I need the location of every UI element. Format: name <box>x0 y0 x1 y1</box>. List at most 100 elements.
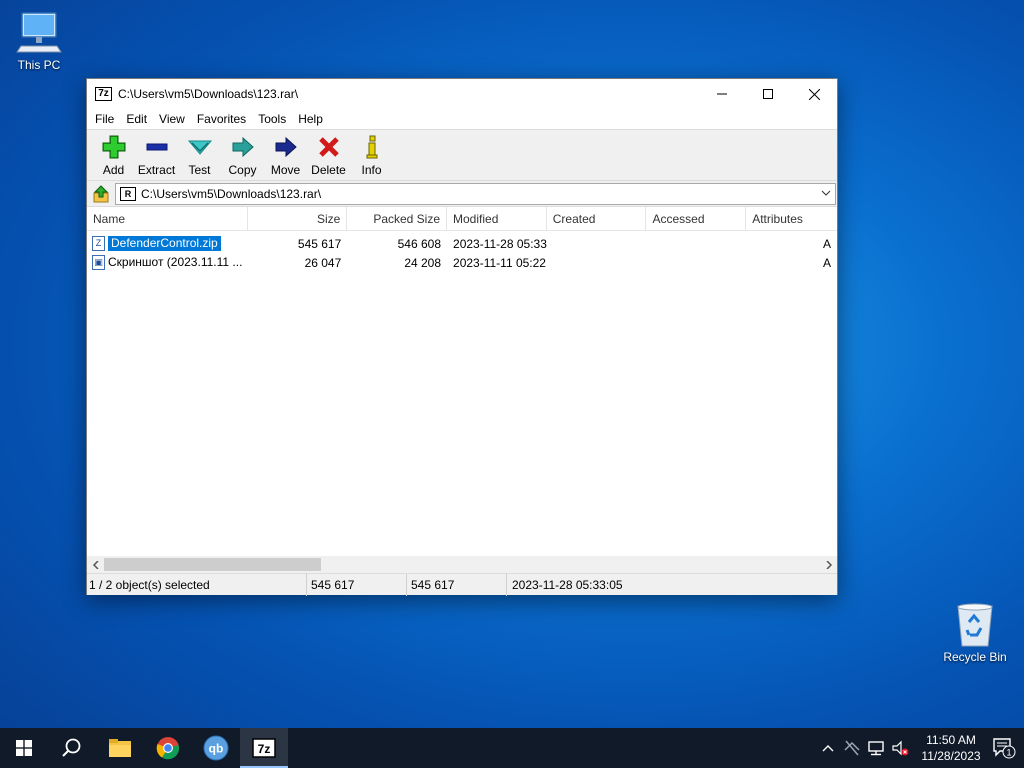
file-packed-size: 24 208 <box>404 255 442 270</box>
recycle-bin-icon <box>957 603 993 647</box>
status-modified: 2023-11-28 05:33:05 <box>512 577 623 592</box>
add-button[interactable]: Add <box>92 130 135 180</box>
clock-date: 11/28/2023 <box>921 749 981 763</box>
chevron-right-icon <box>825 560 832 569</box>
minimize-icon <box>717 93 727 95</box>
menu-edit[interactable]: Edit <box>120 112 153 126</box>
search-button[interactable] <box>48 728 96 768</box>
notifications-button[interactable]: 1 <box>984 728 1024 768</box>
system-tray: 11:50 AM 11/28/2023 1 <box>816 728 1024 768</box>
menu-tools[interactable]: Tools <box>252 112 292 126</box>
column-packed-size[interactable]: Packed Size <box>347 207 448 231</box>
show-hidden-icons-button[interactable] <box>816 728 840 768</box>
add-label: Add <box>102 163 125 177</box>
move-button[interactable]: Move <box>264 130 307 180</box>
notification-count: 1 <box>1006 748 1011 758</box>
image-file-icon: ▣ <box>92 255 105 271</box>
status-selection: 1 / 2 object(s) selected <box>87 573 307 596</box>
column-accessed[interactable]: Accessed <box>646 207 747 231</box>
volume-button[interactable] <box>888 728 912 768</box>
column-name[interactable]: Name <box>87 207 248 231</box>
status-packed-size: 545 617 <box>407 573 507 596</box>
windows-logo-icon <box>16 740 32 756</box>
file-attributes: A <box>822 236 831 251</box>
status-size: 545 617 <box>307 573 407 596</box>
archive-icon: R <box>120 186 136 201</box>
minimize-button[interactable] <box>699 79 745 109</box>
close-icon <box>808 88 820 100</box>
delete-button[interactable]: Delete <box>307 130 350 180</box>
ethernet-icon <box>868 741 884 756</box>
volume-muted-icon <box>892 740 909 756</box>
network-button[interactable] <box>864 728 888 768</box>
plus-icon <box>102 135 125 159</box>
file-attributes: A <box>822 255 831 270</box>
column-size[interactable]: Size <box>248 207 348 231</box>
column-attributes[interactable]: Attributes <box>746 207 837 231</box>
clock[interactable]: 11:50 AM 11/28/2023 <box>918 732 984 764</box>
menu-favorites[interactable]: Favorites <box>191 112 252 126</box>
info-button[interactable]: Info <box>350 130 393 180</box>
table-row[interactable]: ▣ Скриншот (2023.11.11 ... 26 047 24 208 … <box>87 253 837 272</box>
close-button[interactable] <box>791 79 837 109</box>
maximize-button[interactable] <box>745 79 791 109</box>
chevron-down-icon[interactable] <box>821 188 831 198</box>
file-list: Name Size Packed Size Modified Created A… <box>87 207 837 573</box>
chrome-button[interactable] <box>144 728 192 768</box>
taskbar: qb 7z 11:50 AM 11/28/2023 1 <box>0 728 1024 768</box>
search-icon <box>62 738 81 757</box>
folder-icon <box>109 739 131 757</box>
file-explorer-button[interactable] <box>96 728 144 768</box>
info-label: Info <box>361 163 382 177</box>
network-offline-icon <box>844 740 860 756</box>
copy-button[interactable]: Copy <box>221 130 264 180</box>
7zip-icon: 7z <box>252 738 276 758</box>
minus-icon <box>146 143 167 151</box>
extract-label: Extract <box>137 163 176 177</box>
7zip-text: 7z <box>258 742 271 756</box>
column-modified[interactable]: Modified <box>447 207 547 231</box>
copy-arrow-icon <box>232 136 254 158</box>
this-pc-label: This PC <box>17 58 61 72</box>
chevron-up-icon <box>822 745 834 752</box>
7zip-window: 7z C:\Users\vm5\Downloads\123.rar\ File … <box>86 78 838 596</box>
info-icon <box>366 135 377 159</box>
row-name-cell: ▣ Скриншот (2023.11.11 ... <box>87 255 248 271</box>
toolbar: Add Extract Test Copy Move Delete Info <box>87 129 837 181</box>
delete-x-icon <box>318 137 339 157</box>
desktop-icon-this-pc[interactable]: This PC <box>1 10 77 72</box>
desktop-icon-recycle-bin[interactable]: Recycle Bin <box>937 602 1013 664</box>
file-name[interactable]: DefenderControl.zip <box>108 235 221 251</box>
up-folder-button[interactable] <box>87 182 115 206</box>
start-button[interactable] <box>0 728 48 768</box>
computer-icon <box>16 12 62 53</box>
move-arrow-icon <box>275 136 297 158</box>
network-disabled-button[interactable] <box>840 728 864 768</box>
menu-file[interactable]: File <box>89 112 120 126</box>
file-modified: 2023-11-11 05:22 <box>453 255 546 270</box>
menu-view[interactable]: View <box>153 112 191 126</box>
test-button[interactable]: Test <box>178 130 221 180</box>
file-name[interactable]: Скриншот (2023.11.11 ... <box>108 255 242 269</box>
scroll-track[interactable] <box>104 556 820 573</box>
scroll-left-button[interactable] <box>87 556 104 573</box>
qbittorrent-button[interactable]: qb <box>192 728 240 768</box>
menu-help[interactable]: Help <box>292 112 329 126</box>
table-row[interactable]: Z DefenderControl.zip 545 617 546 608 202… <box>87 234 837 253</box>
column-header: Name Size Packed Size Modified Created A… <box>87 207 837 231</box>
address-bar: R C:\Users\vm5\Downloads\123.rar\ <box>87 181 837 207</box>
column-created[interactable]: Created <box>547 207 647 231</box>
scroll-right-button[interactable] <box>820 556 837 573</box>
extract-button[interactable]: Extract <box>135 130 178 180</box>
title-bar[interactable]: 7z C:\Users\vm5\Downloads\123.rar\ <box>87 79 837 109</box>
qbittorrent-text: qb <box>209 742 224 756</box>
scroll-thumb[interactable] <box>104 558 321 571</box>
file-modified: 2023-11-28 05:33 <box>453 236 547 251</box>
horizontal-scrollbar[interactable] <box>87 556 837 573</box>
file-size: 545 617 <box>297 236 342 251</box>
7zip-taskbar-button[interactable]: 7z <box>240 728 288 768</box>
status-bar: 1 / 2 object(s) selected 545 617 545 617… <box>87 573 837 596</box>
file-size: 26 047 <box>304 255 342 270</box>
window-title: C:\Users\vm5\Downloads\123.rar\ <box>118 87 299 101</box>
path-input[interactable]: R C:\Users\vm5\Downloads\123.rar\ <box>115 182 836 205</box>
